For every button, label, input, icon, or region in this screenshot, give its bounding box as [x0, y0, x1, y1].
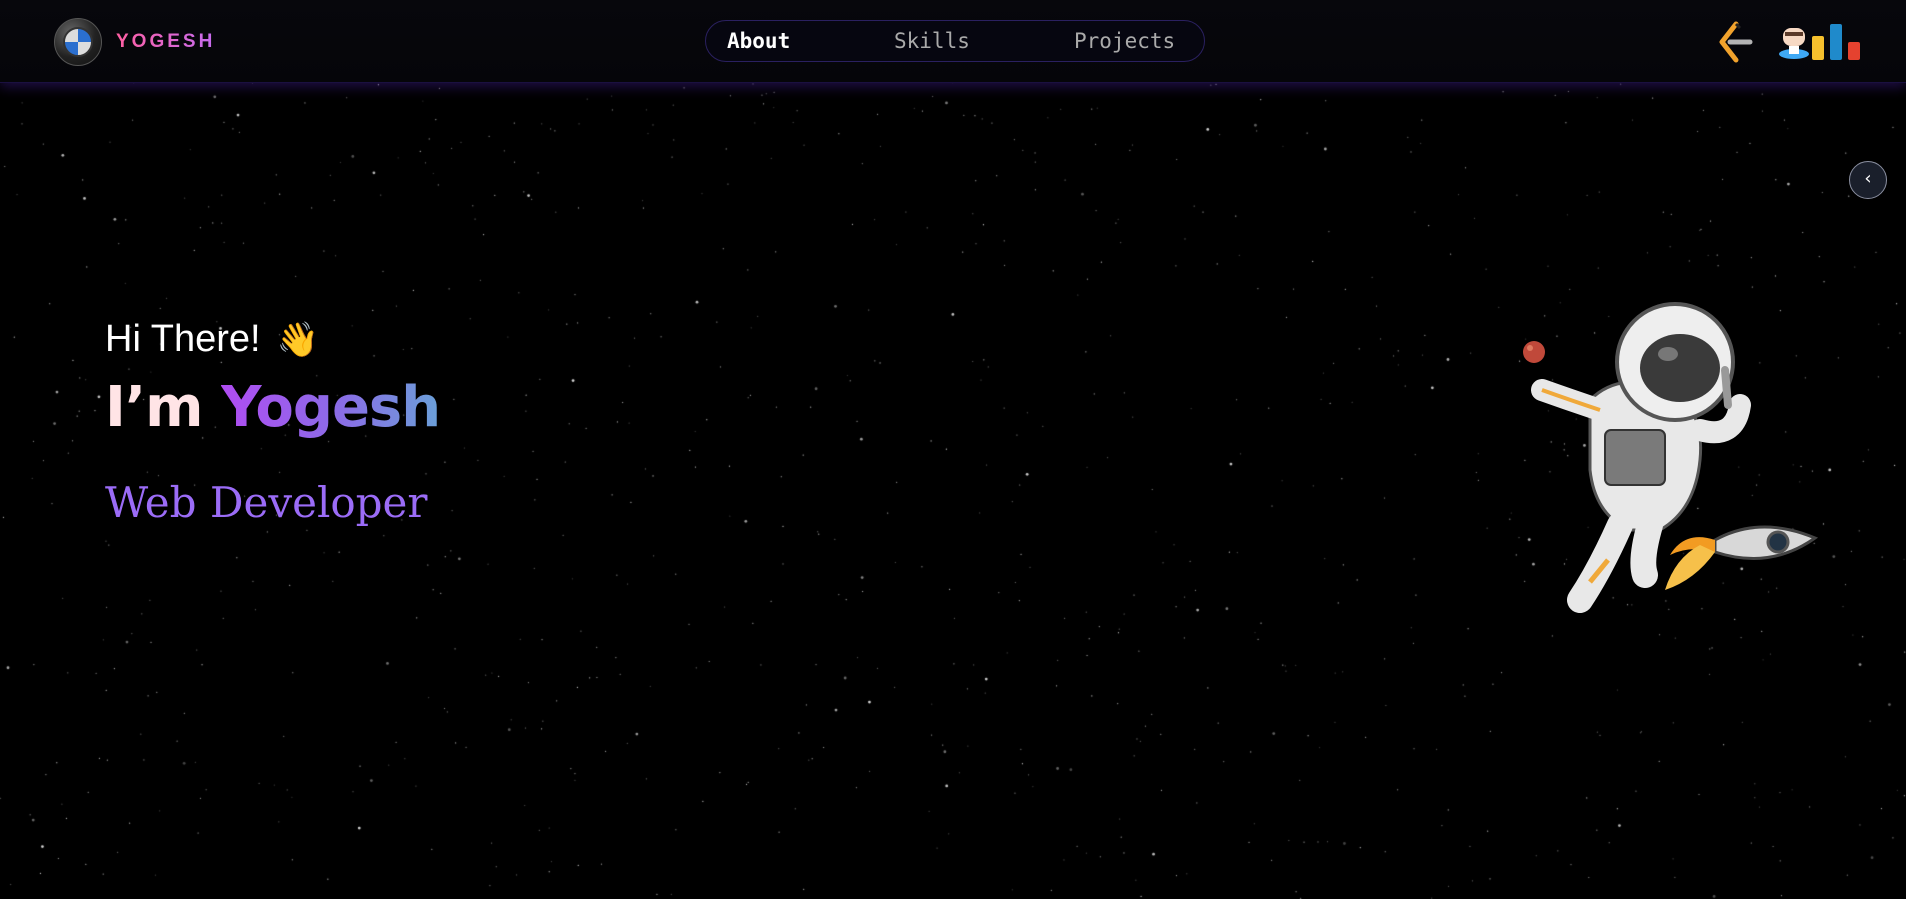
wave-emoji-icon: 👋 — [276, 320, 319, 359]
codechef-icon[interactable] — [1776, 24, 1812, 66]
nav-pill: About Skills Projects — [705, 20, 1205, 62]
bmw-logo-icon — [54, 18, 102, 66]
brand-name: YOGESH — [116, 31, 216, 52]
hero-name: Yogesh — [220, 375, 441, 440]
nav-skills[interactable]: Skills — [894, 29, 970, 53]
top-navbar: YOGESH About Skills Projects — [0, 0, 1906, 83]
astronaut-illustration — [1500, 290, 1830, 634]
greeting: Hi There! 👋 — [105, 318, 440, 361]
sidebar-toggle-button[interactable]: ‹ — [1849, 161, 1887, 199]
hero-section: Hi There! 👋 I’m Yogesh Web Developer — [105, 318, 441, 527]
hero-title: I’m Yogesh — [105, 375, 441, 440]
brand[interactable]: YOGESH — [54, 18, 215, 66]
leetcode-icon[interactable] — [1712, 20, 1756, 70]
chevron-left-icon: ‹ — [1864, 168, 1872, 189]
codeforces-icon[interactable] — [1810, 22, 1862, 66]
nav-about[interactable]: About — [727, 29, 790, 53]
nav-projects[interactable]: Projects — [1074, 29, 1175, 53]
title-prefix: I’m — [105, 375, 203, 440]
hero-role: Web Developer — [105, 478, 428, 527]
greeting-text: Hi There! — [105, 318, 261, 360]
